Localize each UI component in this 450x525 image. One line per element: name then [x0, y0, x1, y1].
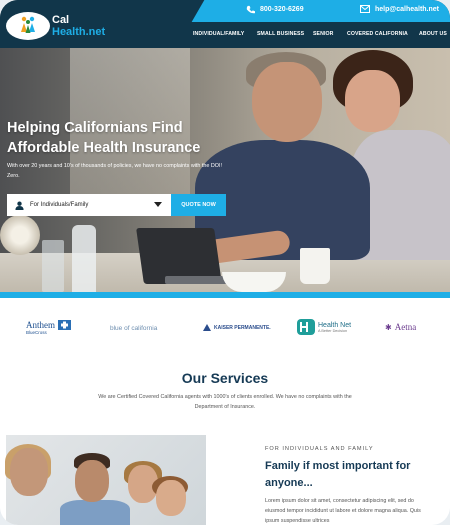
healthnet-logo[interactable]: Health Net A Better Decision [297, 319, 351, 335]
aetna-name: Aetna [394, 322, 417, 332]
blueshield-logo[interactable]: blue of california [110, 325, 157, 332]
family-title: Family if most important for anyone... [265, 460, 411, 489]
hero-bowl [222, 272, 286, 292]
healthnet-name: Health Net [318, 321, 352, 329]
blue-cross-icon [58, 320, 71, 330]
hero-bottom-stripe [0, 292, 450, 298]
phone-link[interactable]: 800-320-6269 [246, 5, 304, 14]
family-eyebrow: FOR INDIVIDUALS AND FAMILY [265, 446, 374, 452]
logo-line2: Health.net [52, 26, 106, 38]
hero-mug [300, 248, 330, 284]
family-body: Lorem ipsum dolor sit amet, consectetur … [265, 498, 421, 524]
coverage-type-select[interactable]: For Individuals/Family [7, 194, 171, 216]
quote-now-button[interactable]: QUOTE NOW [171, 194, 226, 216]
logo-text: Cal Health.net [52, 14, 105, 38]
hero-glass [42, 240, 64, 292]
chevron-down-icon [154, 202, 162, 207]
aetna-logo[interactable]: ✱ Aetna [385, 322, 416, 332]
email-address: help@calhealth.net [375, 5, 440, 13]
anthem-tagline: BlueCross [26, 330, 47, 335]
phone-number: 800-320-6269 [260, 6, 304, 13]
hero-flowers [0, 215, 40, 255]
hero-bottle [72, 225, 96, 295]
nav-small-business[interactable]: SMALL BUSINESS [257, 31, 304, 37]
nav-about-us[interactable]: ABOUT US [419, 31, 447, 37]
nav-senior[interactable]: SENIOR [313, 31, 334, 37]
hero-man-face [252, 62, 322, 142]
logo[interactable]: Cal Health.net [0, 0, 110, 48]
family-photo-person1 [10, 448, 48, 496]
user-icon [15, 201, 24, 210]
page: Cal Health.net 800-320-6269 help@calheal… [0, 0, 450, 525]
family-photo-person2 [75, 460, 109, 502]
nav-individual-family[interactable]: INDIVIDUAL/FAMILY [193, 31, 244, 37]
anthem-logo[interactable]: Anthem BlueCross [26, 320, 71, 335]
site-header: Cal Health.net 800-320-6269 help@calheal… [0, 0, 450, 48]
hero-title-line2: Affordable Health Insurance [7, 140, 201, 156]
hero-title-line1: Helping Californians Find [7, 120, 183, 136]
aetna-star-icon: ✱ [385, 322, 392, 332]
hero-subtitle: With over 20 years and 10's of thousands… [7, 163, 222, 179]
phone-icon [246, 5, 255, 14]
kaiser-icon [203, 324, 211, 331]
coverage-type-value: For Individuals/Family [30, 202, 89, 208]
services-subtitle: We are Certified Covered California agen… [98, 394, 352, 410]
email-link[interactable]: help@calhealth.net [360, 5, 439, 13]
hero-title: Helping Californians Find Affordable Hea… [7, 118, 200, 158]
kaiser-name: KAISER PERMANENTE. [214, 324, 271, 331]
family-figure-icon [21, 16, 35, 33]
family-photo-person4 [156, 480, 186, 516]
nav-covered-california[interactable]: COVERED CALIFORNIA [347, 31, 408, 37]
family-photo-shirt [60, 500, 130, 525]
healthnet-icon [297, 319, 315, 335]
hero-woman-face [345, 70, 400, 132]
kaiser-logo[interactable]: KAISER PERMANENTE. [203, 324, 271, 331]
services-title: Our Services [181, 370, 269, 386]
mail-icon [360, 5, 370, 13]
anthem-name: Anthem [26, 320, 55, 330]
logo-line1: Cal [52, 14, 70, 26]
carrier-logos: Anthem BlueCross blue of california KAIS… [0, 312, 450, 342]
healthnet-tagline: A Better Decision [318, 328, 348, 333]
